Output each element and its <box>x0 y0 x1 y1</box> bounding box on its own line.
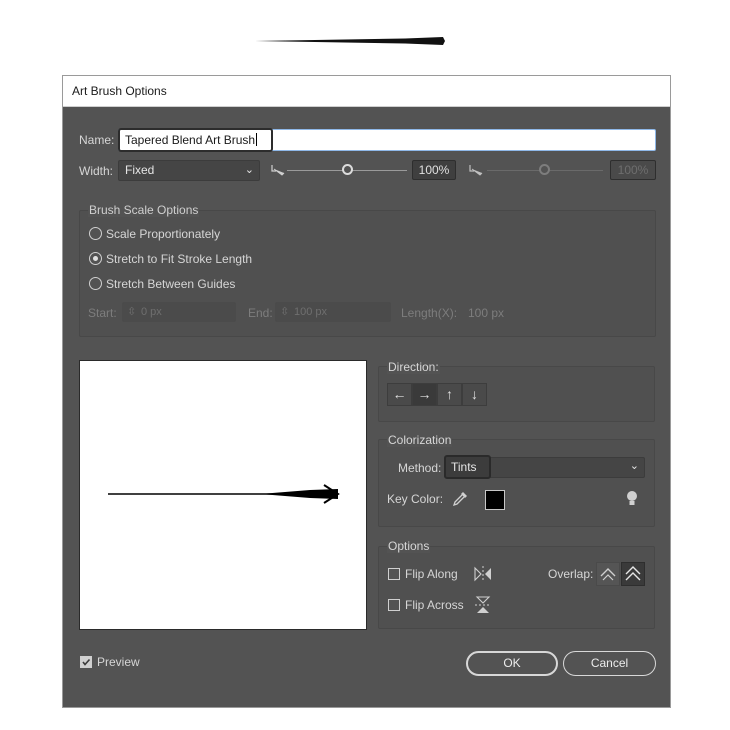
flip-along-label[interactable]: Flip Along <box>405 567 458 581</box>
flip-across-checkbox[interactable] <box>388 599 400 611</box>
art-brush-options-dialog: Art Brush Options Name: Tapered Blend Ar… <box>62 75 671 708</box>
width-select-value: Fixed <box>125 163 155 177</box>
checkmark-icon <box>82 658 91 666</box>
start-label: Start: <box>88 306 117 320</box>
flip-across-icon <box>475 596 491 613</box>
key-color-swatch[interactable] <box>485 490 505 510</box>
overlap-none-icon <box>625 566 641 581</box>
flip-along-checkbox[interactable] <box>388 568 400 580</box>
width-max-icon <box>469 165 483 176</box>
stepper-icon: ⇳ <box>127 306 137 318</box>
chevron-down-icon: ⌄ <box>629 460 639 472</box>
direction-label: Direction: <box>387 360 440 374</box>
cancel-button[interactable]: Cancel <box>563 651 656 676</box>
text-caret <box>256 133 258 146</box>
name-label: Name: <box>79 133 115 147</box>
method-select-value[interactable]: Tints <box>444 455 491 479</box>
brush-preview-stroke <box>108 484 340 504</box>
flip-across-label[interactable]: Flip Across <box>405 598 464 612</box>
stretch-between-guides-radio[interactable] <box>89 277 102 290</box>
brush-stroke-sample <box>255 37 445 45</box>
direction-up-button[interactable]: ↑ <box>437 383 462 406</box>
name-input[interactable]: Tapered Blend Art Brush <box>118 128 273 152</box>
key-color-label: Key Color: <box>387 492 444 506</box>
options-group <box>378 546 655 629</box>
width-percent-field[interactable]: 100% <box>412 160 456 180</box>
variation-slider-knob <box>539 164 550 175</box>
direction-down-button[interactable]: ↓ <box>462 383 487 406</box>
scale-proportionately-radio[interactable] <box>89 227 102 240</box>
scale-proportionately-label[interactable]: Scale Proportionately <box>106 227 220 241</box>
brush-preview-canvas <box>79 360 367 630</box>
width-min-icon <box>271 165 285 176</box>
lightbulb-icon[interactable] <box>625 489 639 509</box>
method-label: Method: <box>398 461 442 475</box>
name-value: Tapered Blend Art Brush <box>125 133 256 147</box>
eyedropper-icon[interactable] <box>451 490 469 508</box>
end-value: 100 px <box>294 306 328 318</box>
colorization-group <box>378 439 655 527</box>
direction-buttons: ← → ↑ ↓ <box>387 383 487 406</box>
options-title: Options <box>387 539 431 553</box>
end-field: ⇳ 100 px <box>275 302 391 322</box>
overlap-adjust-button[interactable] <box>596 562 620 586</box>
overlap-adjust-icon <box>600 568 616 581</box>
direction-right-button[interactable]: → <box>412 383 437 406</box>
length-value: 100 px <box>468 306 505 320</box>
direction-left-button[interactable]: ← <box>387 383 412 406</box>
preview-label[interactable]: Preview <box>97 655 140 669</box>
overlap-none-button[interactable] <box>621 562 645 586</box>
colorization-title: Colorization <box>387 433 453 447</box>
variation-percent-field: 100% <box>610 160 656 180</box>
start-value: 0 px <box>141 306 162 318</box>
brush-scale-options-title: Brush Scale Options <box>88 203 200 217</box>
stepper-icon: ⇳ <box>280 306 290 318</box>
preview-checkbox[interactable] <box>80 656 92 668</box>
width-select[interactable]: Fixed ⌄ <box>118 160 260 181</box>
end-label: End: <box>248 306 273 320</box>
dialog-title: Art Brush Options <box>63 76 670 107</box>
length-label: Length(X): <box>401 306 458 320</box>
width-slider-knob[interactable] <box>341 164 353 175</box>
stretch-between-guides-label[interactable]: Stretch Between Guides <box>106 277 235 291</box>
width-label: Width: <box>79 164 114 178</box>
ok-button[interactable]: OK <box>466 651 558 676</box>
chevron-down-icon: ⌄ <box>244 164 254 176</box>
stretch-to-fit-radio[interactable] <box>89 252 102 265</box>
flip-along-icon <box>474 566 491 582</box>
overlap-label: Overlap: <box>548 567 594 581</box>
start-field: ⇳ 0 px <box>122 302 236 322</box>
stretch-to-fit-label[interactable]: Stretch to Fit Stroke Length <box>106 252 252 266</box>
